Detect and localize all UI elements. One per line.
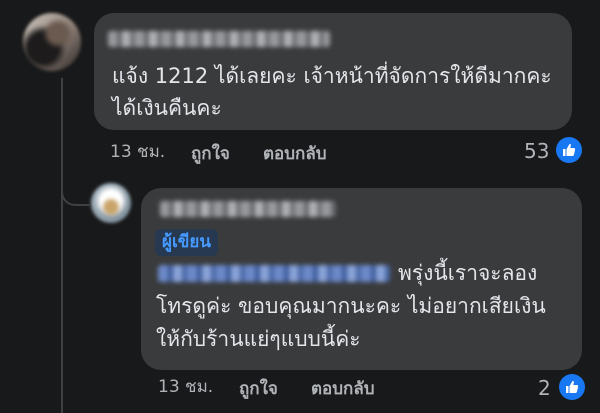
reply-button[interactable]: ตอบกลับ (263, 143, 327, 165)
comment-thread: แจ้ง 1212 ได้เลยคะ เจ้าหน้าที่จัดการให้ด… (0, 0, 600, 413)
comment-text-line: แจ้ง 1212 ได้เลยคะ เจ้าหน้าที่จัดการให้ด… (112, 64, 552, 88)
reply-timestamp[interactable]: 13 ชม. (158, 376, 213, 398)
reply-author-avatar[interactable] (91, 183, 131, 223)
reaction-count[interactable]: 2 (538, 376, 551, 400)
like-icon[interactable] (559, 374, 585, 400)
reply-button[interactable]: ตอบกลับ (311, 378, 375, 400)
commenter-avatar[interactable] (23, 13, 81, 71)
author-badge: ผู้เขียน (155, 229, 218, 256)
reaction-count[interactable]: 53 (524, 139, 549, 163)
like-button[interactable]: ถูกใจ (239, 378, 278, 400)
comment-timestamp[interactable]: 13 ชม. (110, 141, 165, 163)
thread-branch-line (61, 188, 89, 206)
reply-text-line: โทรดูค่ะ ขอบคุณมากนะคะ ไม่อยากเสียเงิน (156, 294, 546, 318)
reply-text-line: ให้กับร้านแย่ๆแบบนี้ค่ะ (156, 327, 361, 351)
thread-connector-line (61, 78, 63, 413)
mention-tag-blurred[interactable] (158, 265, 390, 282)
reply-text-line: พรุ่งนี้เราจะลอง (398, 261, 538, 285)
reply-author-name-blurred[interactable] (160, 201, 336, 217)
comment-text-line: ได้เงินคืนคะ (112, 96, 222, 120)
like-button[interactable]: ถูกใจ (191, 143, 230, 165)
commenter-name-blurred[interactable] (108, 31, 330, 47)
like-icon[interactable] (556, 137, 582, 163)
